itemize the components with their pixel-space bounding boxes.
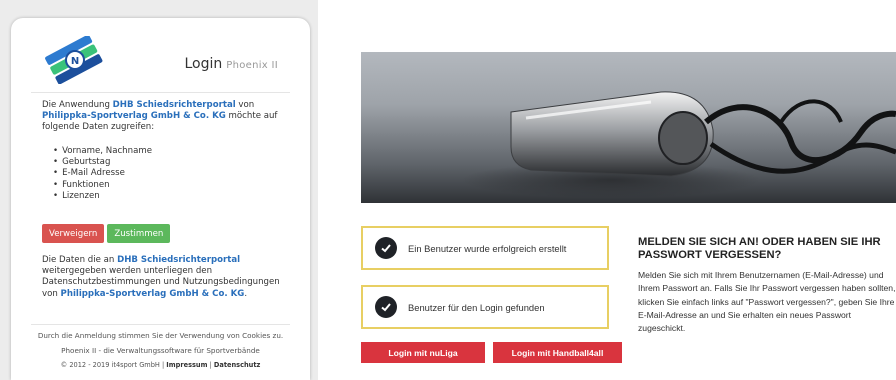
login-info-text: Melden Sie sich mit Ihrem Benutzernamen … — [638, 270, 896, 334]
privacy-text-1: Die Daten die an — [42, 255, 118, 265]
consent-buttons: Verweigern Zustimmen — [42, 224, 171, 243]
impressum-link[interactable]: Impressum — [166, 361, 207, 369]
intro-text-1: Die Anwendung — [42, 100, 113, 110]
deny-button[interactable]: Verweigern — [42, 224, 105, 243]
login-subtitle: Phoenix II — [226, 60, 278, 71]
accept-button[interactable]: Zustimmen — [107, 224, 171, 243]
datenschutz-link[interactable]: Datenschutz — [214, 361, 260, 369]
login-card: N Login Phoenix II Die Anwendung DHB Schi… — [11, 18, 310, 380]
status-message: Ein Benutzer wurde erfolgreich erstellt — [408, 242, 567, 254]
privacy-text-3: . — [244, 288, 248, 299]
check-circle-icon — [375, 296, 397, 318]
success-notice-user-created: Ein Benutzer wurde erfolgreich erstellt — [361, 226, 609, 270]
publisher-link[interactable]: Philippka-Sportverlag GmbH & Co. KG — [42, 111, 226, 121]
login-info-heading: MELDEN SIE SICH AN! ODER HABEN SIE IHR P… — [638, 236, 896, 262]
requested-data-list: Vorname, Nachname Geburtstag E-Mail Adre… — [53, 146, 152, 202]
heading-line-2: PASSWORT VERGESSEN? — [638, 249, 782, 261]
list-item: Lizenzen — [53, 191, 152, 202]
list-item: Geburtstag — [53, 157, 152, 168]
list-item: E-Mail Adresse — [53, 168, 152, 179]
heading-line-1: MELDEN SIE SICH AN! ODER HABEN SIE IHR — [638, 236, 881, 248]
login-handball4all-button[interactable]: Login mit Handball4all — [493, 342, 622, 363]
copyright-line: © 2012 - 2019 it4sport GmbH | Impressum … — [11, 361, 310, 369]
app-name-link[interactable]: DHB Schiedsrichterportal — [113, 100, 236, 110]
list-item: Funktionen — [53, 180, 152, 191]
privacy-notice: Die Daten die an DHB Schiedsrichterporta… — [42, 255, 294, 300]
svg-text:N: N — [71, 56, 79, 67]
cookie-notice: Durch die Anmeldung stimmen Sie der Verw… — [37, 331, 284, 340]
software-tagline: Phoenix II - die Verwaltungssoftware für… — [61, 346, 260, 355]
copyright-text: © 2012 - 2019 it4sport GmbH | — [60, 361, 167, 369]
intro-text-2: von — [235, 100, 255, 110]
login-title: Login — [184, 56, 223, 72]
app-name-link[interactable]: DHB Schiedsrichterportal — [117, 255, 240, 265]
dhb-logo-icon: N — [45, 36, 103, 84]
whistle-photo — [361, 52, 896, 203]
whistle-illustration — [461, 91, 896, 198]
list-item: Vorname, Nachname — [53, 146, 152, 157]
check-circle-icon — [375, 237, 397, 259]
publisher-link[interactable]: Philippka-Sportverlag GmbH & Co. KG — [61, 289, 245, 299]
divider — [31, 324, 290, 325]
login-nuliga-button[interactable]: Login mit nuLiga — [361, 342, 485, 363]
divider — [31, 92, 290, 93]
login-heading: Login Phoenix II — [184, 56, 278, 72]
consent-intro: Die Anwendung DHB Schiedsrichterportal v… — [42, 100, 294, 134]
status-message: Benutzer für den Login gefunden — [408, 301, 545, 313]
success-notice-user-found: Benutzer für den Login gefunden — [361, 285, 609, 329]
